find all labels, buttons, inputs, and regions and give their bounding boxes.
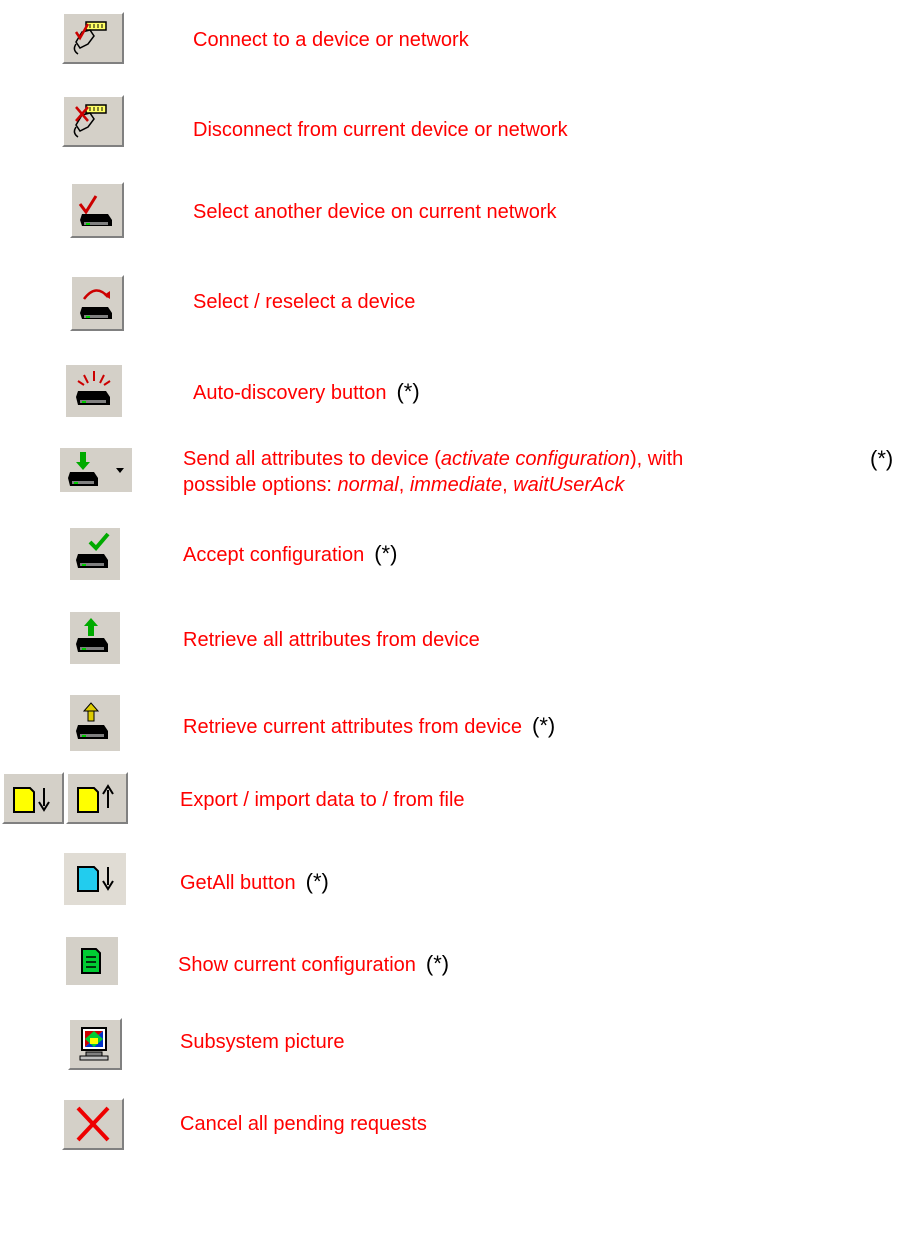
connect-label: Connect to a device or network: [193, 29, 469, 51]
import-icon: [77, 784, 114, 813]
disconnect-label: Disconnect from current device or networ…: [193, 119, 568, 141]
show-configuration-icon: [81, 948, 101, 974]
retrieve-current-button[interactable]: [70, 695, 120, 751]
show-configuration-label: Show current configuration (*): [178, 951, 450, 977]
disconnect-icon: [73, 104, 107, 138]
optional-marker: (*): [305, 869, 329, 894]
retrieve-current-icon: [76, 702, 108, 739]
select-device-label: Select another device on current network: [193, 201, 557, 223]
retrieve-current-label: Retrieve current attributes from device(…: [183, 713, 556, 739]
auto-discovery-button[interactable]: [66, 365, 122, 417]
accept-configuration-button[interactable]: [70, 528, 120, 580]
accept-configuration-label: Accept configuration (*): [183, 541, 398, 567]
import-button[interactable]: [66, 772, 128, 824]
reselect-device-button[interactable]: [70, 275, 124, 331]
connect-button[interactable]: [62, 12, 124, 64]
optional-marker: (*): [532, 713, 556, 738]
reselect-device-icon: [80, 289, 112, 319]
retrieve-all-label: Retrieve all attributes from device: [183, 629, 480, 651]
auto-discovery-icon: [76, 371, 111, 405]
connect-icon: [73, 21, 107, 55]
send-attributes-button[interactable]: [60, 448, 132, 492]
cancel-requests-button[interactable]: [62, 1098, 124, 1150]
show-configuration-button[interactable]: [66, 937, 118, 985]
getall-label: GetAll button (*): [180, 869, 329, 895]
reselect-device-label: Select / reselect a device: [193, 291, 416, 313]
accept-configuration-icon: [76, 532, 110, 568]
export-import-button-group: [2, 772, 128, 824]
select-device-check-icon: [78, 195, 112, 226]
retrieve-all-button[interactable]: [70, 612, 120, 664]
disconnect-button[interactable]: [62, 95, 124, 147]
getall-button[interactable]: [64, 853, 126, 905]
auto-discovery-label: Auto-discovery button (*): [193, 379, 420, 405]
getall-icon: [77, 866, 114, 892]
subsystem-picture-label: Subsystem picture: [180, 1031, 345, 1053]
optional-marker: (*): [425, 951, 450, 976]
subsystem-picture-icon: [79, 1027, 109, 1061]
chevron-down-icon[interactable]: [114, 466, 126, 474]
cancel-requests-label: Cancel all pending requests: [180, 1113, 427, 1135]
subsystem-picture-button[interactable]: [68, 1018, 122, 1070]
optional-marker: (*): [396, 379, 420, 404]
optional-marker: (*): [374, 541, 398, 566]
retrieve-all-icon: [76, 618, 108, 652]
optional-marker: (*): [870, 446, 894, 471]
export-import-label: Export / import data to / from file: [180, 789, 465, 811]
select-device-button[interactable]: [70, 182, 124, 238]
export-button[interactable]: [2, 772, 64, 824]
export-icon: [13, 787, 50, 813]
send-attributes-label: Send all attributes to device (activate …: [183, 448, 684, 496]
cancel-requests-icon: [76, 1106, 110, 1142]
